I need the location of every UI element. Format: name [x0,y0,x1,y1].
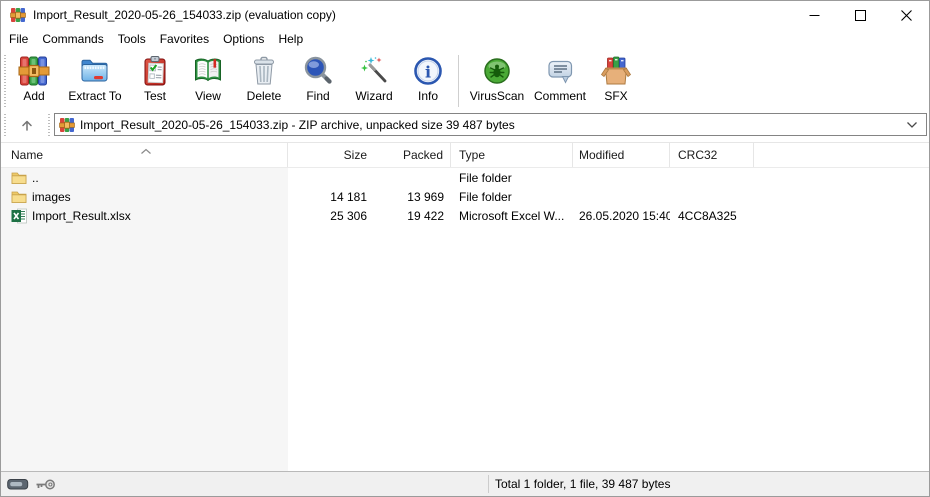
key-icon[interactable] [35,478,56,491]
toolbar-grip-handle[interactable] [4,55,6,107]
comment-button-label: Comment [534,89,586,103]
file-list-body: .. File folder imag [1,168,929,471]
file-list-header: Name Size Packed Type Modified CRC32 [1,143,929,168]
up-one-level-button[interactable] [10,113,44,137]
wizard-wand-icon [358,55,390,87]
comment-button[interactable]: Comment [530,52,590,110]
combobox-dropdown-button[interactable] [902,121,922,129]
wizard-button[interactable]: Wizard [345,52,403,110]
toolbar: Add Extract To [1,49,929,111]
excel-file-icon [11,208,27,224]
wizard-button-label: Wizard [355,89,392,103]
archive-description: Import_Result_2020-05-26_154033.zip - ZI… [80,118,902,132]
statusbar: Total 1 folder, 1 file, 39 487 bytes [1,471,929,496]
extract-to-folder-icon [79,55,111,87]
file-name: Import_Result.xlsx [32,209,131,223]
file-packed: 13 969 [376,190,451,204]
delete-button[interactable]: Delete [237,52,291,110]
window-title: Import_Result_2020-05-26_154033.zip (eva… [33,8,336,22]
file-modified: 26.05.2020 15:40 [573,209,670,223]
column-header-blank [754,143,929,167]
file-type: Microsoft Excel W... [451,209,573,223]
titlebar: Import_Result_2020-05-26_154033.zip (eva… [1,1,929,29]
close-button[interactable] [883,1,929,29]
virus-scan-button[interactable]: VirusScan [464,52,530,110]
window-controls [791,1,929,29]
statusbar-separator [488,475,489,493]
menu-item-favorites[interactable]: Favorites [153,30,216,48]
file-row-parent-dir[interactable]: .. File folder [1,168,929,187]
folder-icon [11,170,27,186]
toolbar-separator [458,55,459,107]
file-size: 14 181 [288,190,376,204]
addressbar: Import_Result_2020-05-26_154033.zip - ZI… [1,111,929,142]
file-list: Name Size Packed Type Modified CRC32 [1,142,929,471]
info-icon: i [412,55,444,87]
view-button[interactable]: View [179,52,237,110]
column-header-modified[interactable]: Modified [573,143,670,167]
drive-icon[interactable] [7,478,29,491]
info-button[interactable]: i Info [403,52,453,110]
file-packed: 19 422 [376,209,451,223]
chevron-down-icon [906,121,918,129]
winrar-zip-file-icon [59,117,75,133]
test-clipboard-icon [139,55,171,87]
menubar: File Commands Tools Favorites Options He… [1,29,929,49]
add-archive-icon [18,55,50,87]
sfx-box-icon [600,55,632,87]
file-row-images[interactable]: images 14 181 13 969 File folder [1,187,929,206]
column-header-crc32[interactable]: CRC32 [670,143,754,167]
column-header-name-label: Name [11,148,43,162]
delete-button-label: Delete [247,89,282,103]
file-name: images [32,190,71,204]
file-name: .. [32,171,39,185]
winrar-app-icon [10,7,26,23]
column-header-size[interactable]: Size [288,143,376,167]
find-button-label: Find [306,89,329,103]
menu-item-help[interactable]: Help [271,30,310,48]
comment-bubble-icon [544,55,576,87]
virus-scan-icon [481,55,513,87]
add-button-label: Add [23,89,44,103]
add-button[interactable]: Add [9,52,59,110]
sfx-button-label: SFX [604,89,627,103]
maximize-button[interactable] [837,1,883,29]
file-crc32: 4CC8A325 [670,209,754,223]
menu-item-options[interactable]: Options [216,30,271,48]
test-button[interactable]: Test [131,52,179,110]
file-size: 25 306 [288,209,376,223]
find-button[interactable]: Find [291,52,345,110]
sfx-button[interactable]: SFX [590,52,642,110]
svg-text:i: i [425,63,431,82]
menu-item-file[interactable]: File [2,30,35,48]
sort-ascending-icon [140,144,152,158]
virus-scan-button-label: VirusScan [470,89,524,103]
addressbar-grip-handle[interactable] [4,114,6,136]
statusbar-total-text: Total 1 folder, 1 file, 39 487 bytes [495,477,670,491]
file-row-import-result-xlsx[interactable]: Import_Result.xlsx 25 306 19 422 Microso… [1,206,929,225]
folder-icon [11,189,27,205]
view-book-icon [192,55,224,87]
extract-to-button-label: Extract To [68,89,121,103]
up-arrow-icon [19,117,35,133]
addressbar-grip-handle-2[interactable] [48,114,50,136]
find-magnifier-icon [302,55,334,87]
column-header-packed[interactable]: Packed [376,143,451,167]
extract-to-button[interactable]: Extract To [59,52,131,110]
minimize-button[interactable] [791,1,837,29]
archive-path-combobox[interactable]: Import_Result_2020-05-26_154033.zip - ZI… [54,113,927,136]
delete-trash-icon [248,55,280,87]
file-type: File folder [451,190,573,204]
info-button-label: Info [418,89,438,103]
view-button-label: View [195,89,221,103]
test-button-label: Test [144,89,166,103]
winrar-window: Import_Result_2020-05-26_154033.zip (eva… [0,0,930,497]
file-type: File folder [451,171,573,185]
column-header-type[interactable]: Type [451,143,573,167]
menu-item-commands[interactable]: Commands [35,30,110,48]
menu-item-tools[interactable]: Tools [111,30,153,48]
